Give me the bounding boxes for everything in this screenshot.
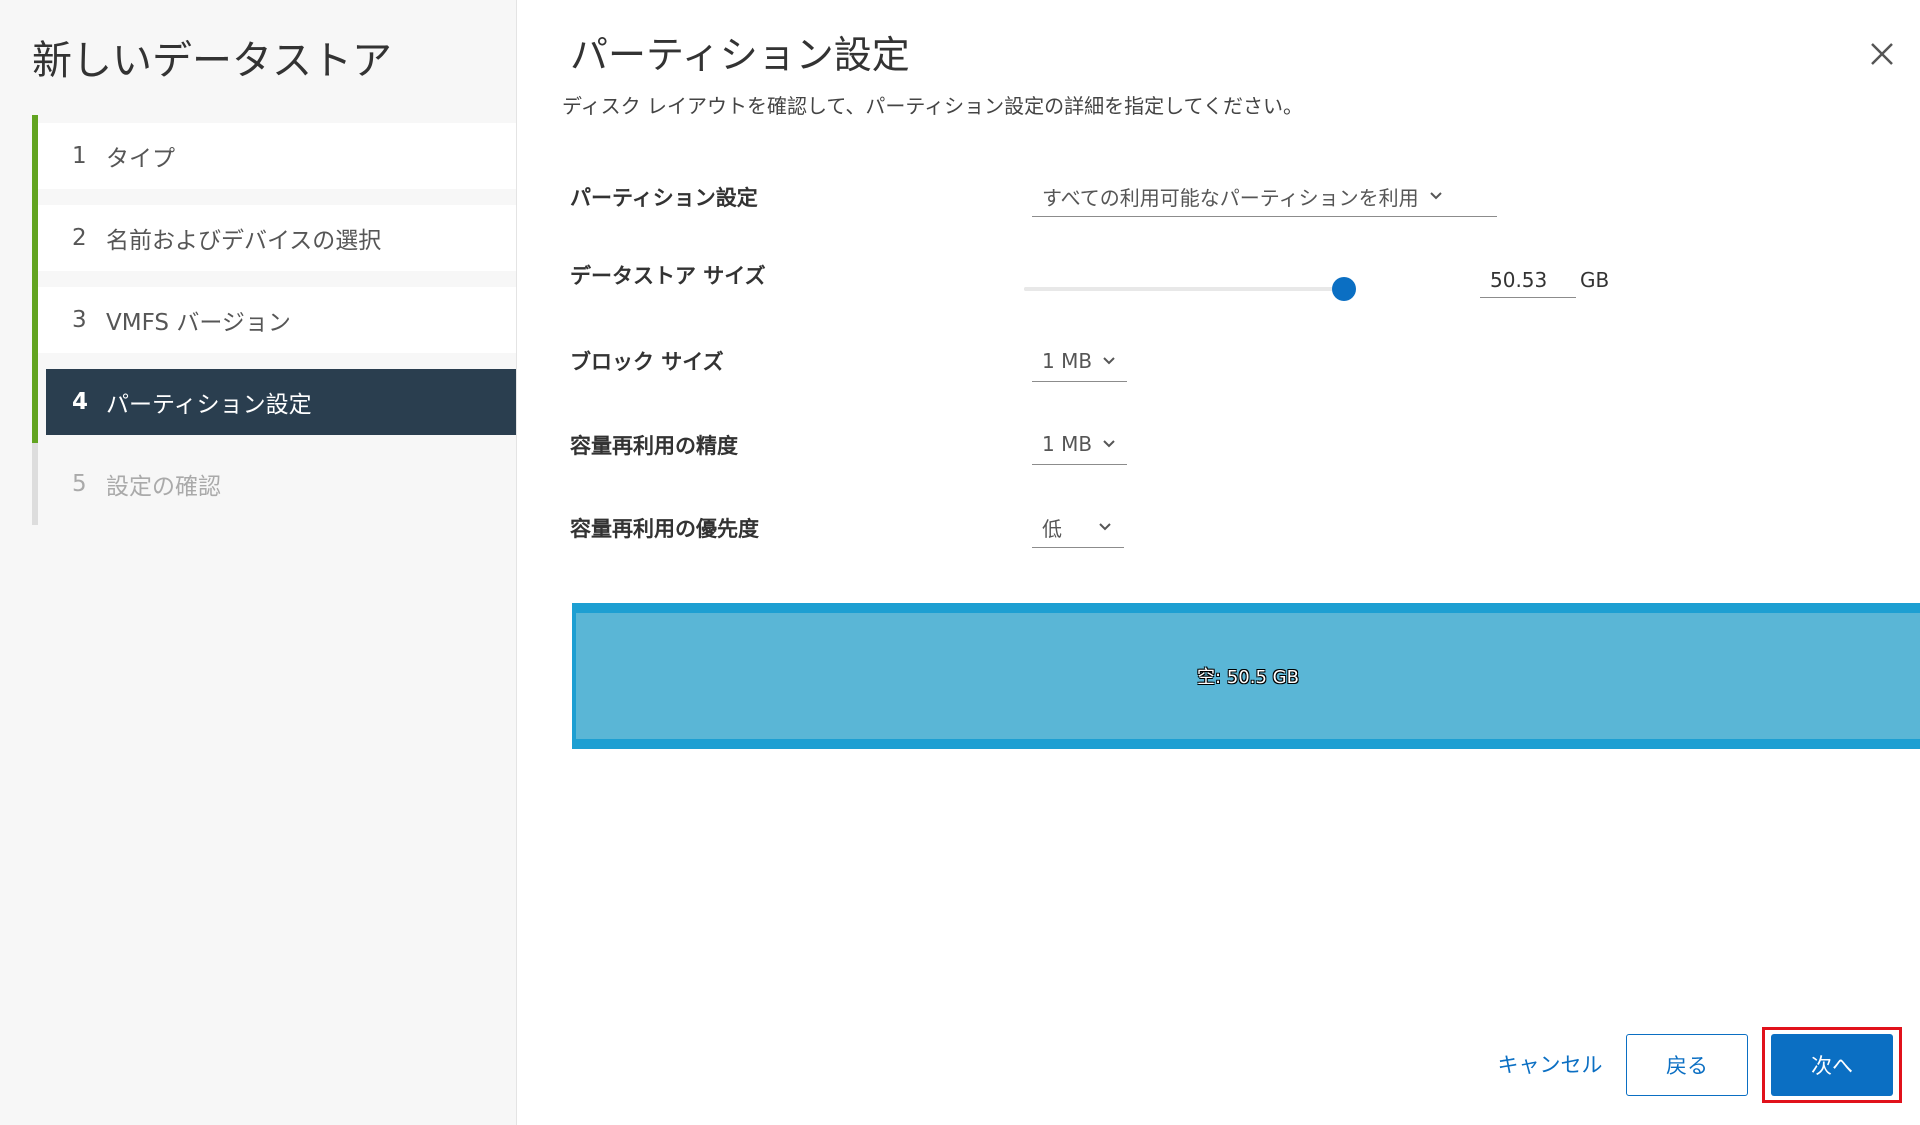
reclamation-priority-value: 低: [1042, 516, 1062, 541]
step-vmfs-version[interactable]: 3 VMFS バージョン: [32, 279, 516, 361]
chevron-down-icon: [1099, 523, 1111, 531]
page-title: パーティション設定: [570, 33, 910, 77]
partition-config-value: すべての利用可能なパーティションを利用: [1042, 185, 1419, 210]
slider-fill: [1024, 287, 1344, 291]
step-number: 1: [72, 143, 87, 169]
block-size-value: 1 MB: [1042, 349, 1093, 373]
free-space-partition[interactable]: 空: 50.5 GB: [576, 613, 1920, 739]
close-icon[interactable]: [1866, 38, 1898, 70]
page-subtitle: ディスク レイアウトを確認して、パーティション設定の詳細を指定してください。: [562, 94, 1303, 118]
back-button[interactable]: 戻る: [1626, 1034, 1748, 1096]
wizard-steps: 1 タイプ 2 名前およびデバイスの選択 3 VMFS バージョン 4 パーティ…: [32, 115, 516, 525]
datastore-size-label: データストア サイズ: [570, 264, 766, 288]
block-size-select[interactable]: 1 MB: [1032, 341, 1127, 382]
reclamation-granularity-select[interactable]: 1 MB: [1032, 424, 1127, 465]
step-partition-config[interactable]: 4 パーティション設定: [32, 361, 516, 443]
step-name-and-device[interactable]: 2 名前およびデバイスの選択: [32, 197, 516, 279]
reclamation-granularity-label: 容量再利用の精度: [570, 434, 738, 458]
datastore-size-input[interactable]: [1480, 262, 1576, 298]
step-label: 設定の確認: [106, 474, 221, 500]
step-number: 4: [72, 389, 89, 415]
step-number: 2: [72, 225, 87, 251]
chevron-down-icon: [1429, 192, 1442, 200]
reclamation-priority-select[interactable]: 低: [1032, 507, 1124, 548]
next-button[interactable]: 次へ: [1771, 1034, 1893, 1096]
wizard-sidebar: 新しいデータストア 1 タイプ 2 名前およびデバイスの選択 3 VMFS バー…: [0, 0, 517, 1125]
disk-layout: 空: 50.5 GB: [572, 603, 1920, 749]
datastore-size-slider[interactable]: [1024, 276, 1356, 302]
cancel-button[interactable]: キャンセル: [1480, 1036, 1620, 1092]
partition-config-select[interactable]: すべての利用可能なパーティションを利用: [1032, 176, 1497, 217]
step-type[interactable]: 1 タイプ: [32, 115, 516, 197]
step-label: タイプ: [106, 146, 175, 172]
step-number: 3: [72, 307, 87, 333]
step-label: 名前およびデバイスの選択: [106, 228, 382, 254]
free-space-label: 空: 50.5 GB: [1197, 667, 1299, 688]
chevron-down-icon: [1103, 357, 1115, 365]
step-review: 5 設定の確認: [32, 443, 516, 525]
datastore-size-unit: GB: [1580, 268, 1610, 292]
step-number: 5: [72, 471, 87, 497]
wizard-title: 新しいデータストア: [32, 38, 392, 84]
step-progress-bar: [32, 361, 38, 443]
chevron-down-icon: [1103, 440, 1115, 448]
step-label: VMFS バージョン: [106, 310, 291, 336]
reclamation-priority-label: 容量再利用の優先度: [570, 517, 759, 541]
block-size-label: ブロック サイズ: [570, 350, 724, 374]
step-label: パーティション設定: [106, 392, 312, 418]
partition-config-label: パーティション設定: [570, 186, 758, 210]
slider-thumb[interactable]: [1332, 277, 1356, 301]
reclamation-granularity-value: 1 MB: [1042, 432, 1093, 456]
